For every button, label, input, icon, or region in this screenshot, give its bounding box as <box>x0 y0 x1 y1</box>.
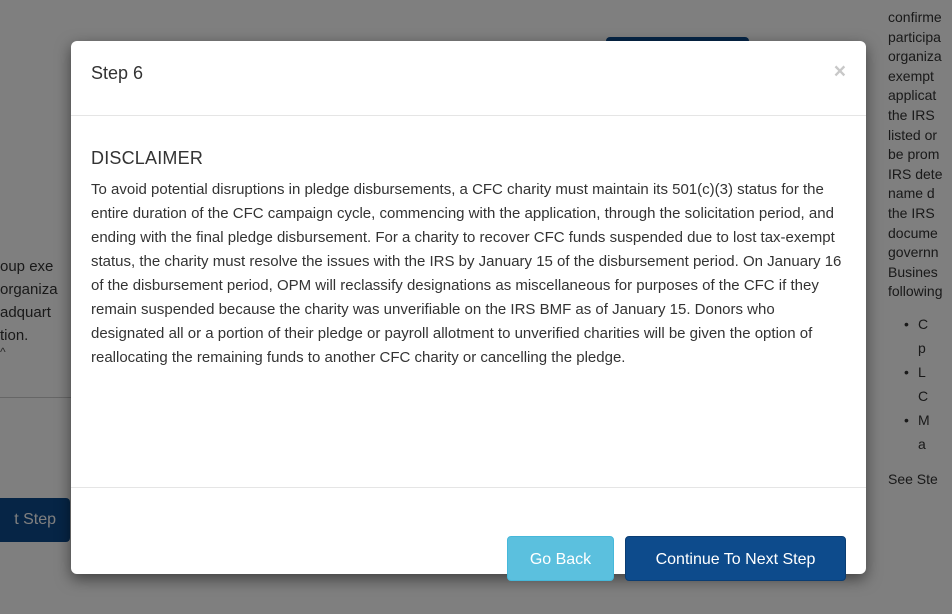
page: oup exe organiza adquart tion. ^ t Step … <box>0 0 952 614</box>
modal-footer: Go Back Continue To Next Step <box>71 487 866 581</box>
modal-header: Step 6 × <box>71 41 866 116</box>
disclaimer-text: To avoid potential disruptions in pledge… <box>91 181 842 366</box>
modal-title: Step 6 <box>91 63 144 83</box>
close-icon[interactable]: × <box>834 61 846 82</box>
modal-body: DISCLAIMER To avoid potential disruption… <box>71 116 866 370</box>
continue-to-next-step-button[interactable]: Continue To Next Step <box>625 536 846 581</box>
go-back-button[interactable]: Go Back <box>507 536 614 581</box>
disclaimer-heading: DISCLAIMER <box>91 148 204 168</box>
step-modal: Step 6 × DISCLAIMER To avoid potential d… <box>71 41 866 581</box>
